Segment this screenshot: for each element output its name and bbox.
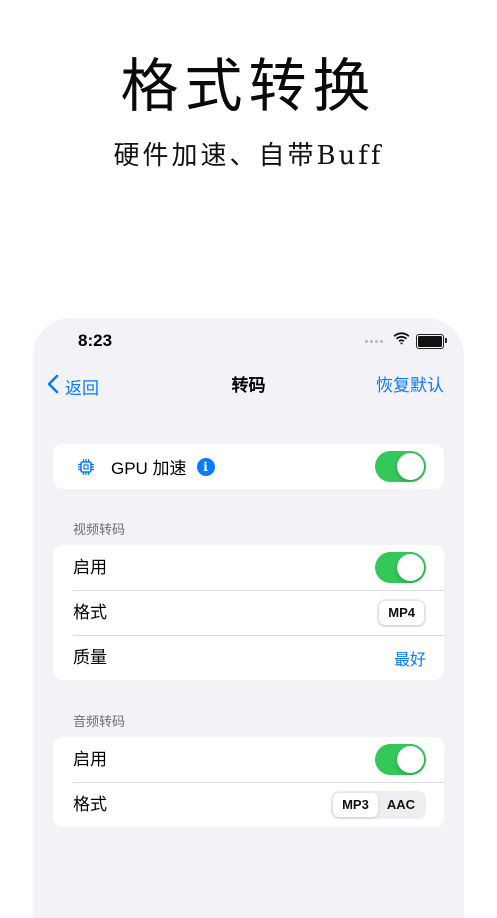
audio-group: 启用 格式 MP3 AAC: [53, 737, 444, 827]
video-format-label: 格式: [73, 602, 107, 622]
video-format-row: 格式 MP4: [53, 590, 444, 635]
toggle-knob: [397, 453, 424, 480]
video-quality-value[interactable]: 最好: [394, 646, 426, 670]
status-icons: [365, 332, 447, 350]
signal-icon: [365, 339, 383, 343]
promo-subtitle: 硬件加速、自带Buff: [113, 141, 384, 171]
audio-format-segmented: MP3 AAC: [331, 790, 426, 819]
status-time: 8:23: [78, 331, 113, 350]
video-enable-row: 启用: [53, 545, 444, 590]
video-section-header: 视频转码: [73, 522, 126, 537]
gpu-acceleration-toggle[interactable]: [375, 451, 426, 482]
video-enable-label: 启用: [73, 557, 107, 577]
gpu-acceleration-row: GPU 加速 i: [53, 444, 444, 489]
audio-enable-toggle[interactable]: [375, 744, 426, 775]
gpu-acceleration-label: GPU 加速: [111, 459, 187, 478]
navigation-bar: 返回 转码 恢复默认: [33, 370, 464, 402]
audio-format-option-mp3[interactable]: MP3: [333, 792, 378, 817]
battery-icon: [416, 333, 447, 349]
video-quality-label: 质量: [73, 647, 107, 667]
video-format-option-mp4[interactable]: MP4: [379, 600, 424, 625]
gpu-label-wrap: GPU 加速 i: [111, 454, 375, 479]
audio-section-header: 音频转码: [73, 714, 126, 729]
audio-format-option-aac[interactable]: AAC: [378, 793, 424, 817]
audio-format-label: 格式: [73, 794, 107, 814]
audio-format-row: 格式 MP3 AAC: [53, 782, 444, 827]
video-enable-toggle[interactable]: [375, 552, 426, 583]
audio-enable-label: 启用: [73, 749, 107, 769]
info-icon[interactable]: i: [196, 457, 215, 476]
cpu-chip-icon: [77, 458, 95, 476]
promo-title: 格式转换: [120, 52, 377, 120]
video-quality-row[interactable]: 质量 最好: [53, 635, 444, 680]
video-format-segmented: MP4: [377, 598, 426, 627]
wifi-icon: [393, 332, 410, 350]
audio-enable-row: 启用: [53, 737, 444, 782]
reset-defaults-button[interactable]: 恢复默认: [376, 374, 444, 398]
toggle-knob: [397, 746, 424, 773]
video-group: 启用 格式 MP4 质量 最好: [53, 545, 444, 680]
phone-screen: 8:23 返回 转码 恢复默认 GPU 加速 i 视频转码 启用 格式 MP4 …: [33, 318, 464, 918]
gpu-group: GPU 加速 i: [53, 444, 444, 489]
toggle-knob: [397, 554, 424, 581]
